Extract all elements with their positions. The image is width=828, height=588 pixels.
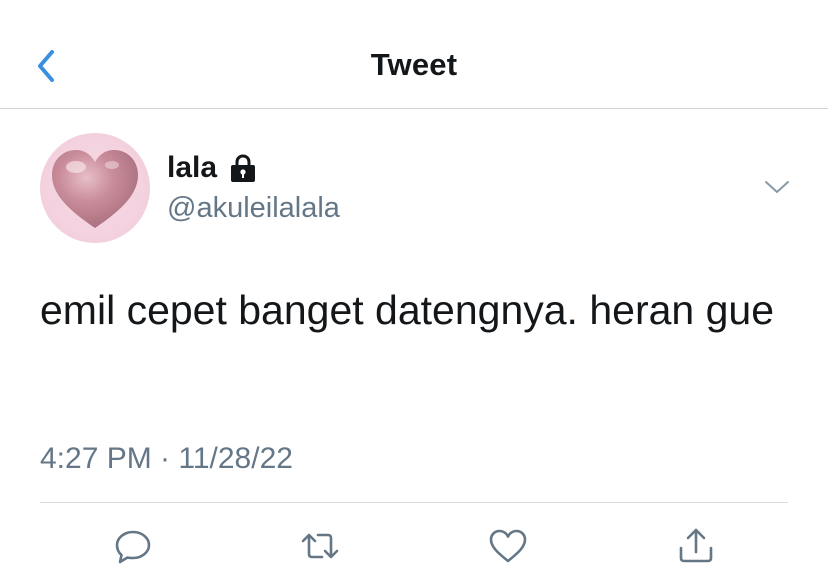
author-display-name[interactable]: lala <box>167 151 258 185</box>
lock-icon <box>231 154 256 182</box>
heart-icon <box>489 529 527 563</box>
author-handle[interactable]: @akuleilalala <box>167 192 340 225</box>
reply-button[interactable] <box>111 524 155 568</box>
like-button[interactable] <box>486 524 530 568</box>
avatar[interactable] <box>40 133 150 243</box>
share-icon <box>679 528 713 563</box>
divider <box>40 502 788 503</box>
tweet-timestamp[interactable]: 4:27 PM · 11/28/22 <box>40 442 293 476</box>
reply-icon <box>115 530 151 564</box>
page-title: Tweet <box>370 47 458 82</box>
navigation-bar: Tweet <box>0 0 828 109</box>
retweet-button[interactable] <box>298 524 342 568</box>
tweet-menu-button[interactable] <box>762 176 792 198</box>
chevron-down-icon <box>765 181 789 193</box>
share-button[interactable] <box>674 524 718 568</box>
heart-avatar-image <box>52 150 138 228</box>
tweet-text: emil cepet banget datengnya. heran gue <box>40 287 774 333</box>
retweet-icon <box>301 533 339 559</box>
display-name-text: lala <box>167 151 218 184</box>
